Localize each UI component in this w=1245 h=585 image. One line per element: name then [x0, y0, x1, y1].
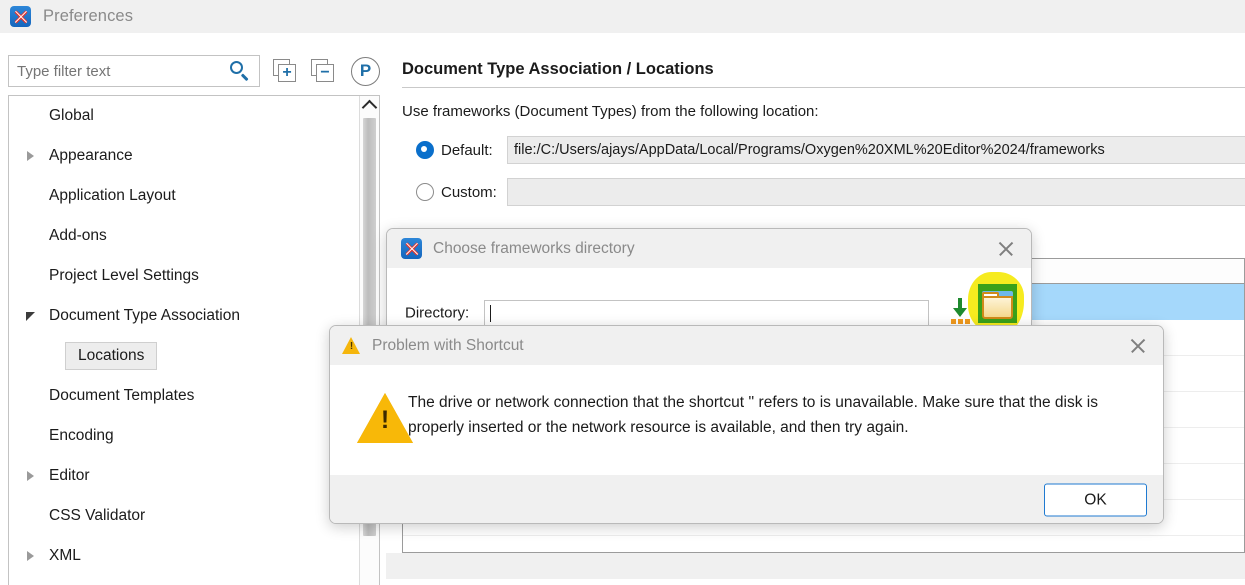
sidebar-item-add-ons[interactable]: Add-ons [9, 216, 361, 256]
sidebar-item-label: Editor [49, 467, 90, 484]
preferences-tree-list: Global Appearance Application Layout Add-on… [9, 96, 361, 585]
sidebar-item-editor[interactable]: Editor [9, 456, 361, 496]
sidebar-item-application-layout[interactable]: Application Layout [9, 176, 361, 216]
sidebar-item-project-level-settings[interactable]: Project Level Settings [9, 256, 361, 296]
filter-input[interactable]: Type filter text [8, 55, 260, 87]
directory-input[interactable] [484, 300, 929, 326]
sidebar-item-label: CSS Validator [49, 507, 146, 524]
sidebar-item-locations[interactable]: Locations [9, 336, 361, 376]
sidebar-item-document-type-association[interactable]: Document Type Association [9, 296, 361, 336]
expand-all-icon[interactable]: + [273, 58, 298, 84]
sidebar-item-label: Global [49, 107, 94, 124]
close-icon[interactable] [993, 236, 1019, 262]
ok-button[interactable]: OK [1044, 483, 1147, 517]
sidebar-item-label: XML [49, 547, 81, 564]
chevron-right-icon[interactable] [19, 151, 41, 161]
window-titlebar: Preferences [0, 0, 1245, 33]
chevron-down-icon[interactable] [19, 311, 41, 321]
chevron-up-icon[interactable] [360, 96, 379, 115]
problem-dialog-body: ! The drive or network connection that t… [330, 365, 1163, 475]
sidebar-item-document-templates[interactable]: Document Templates [9, 376, 361, 416]
chevron-right-icon[interactable] [19, 471, 41, 481]
warning-icon: ! [357, 393, 413, 443]
oxygen-xml-logo-icon [401, 238, 422, 259]
sidebar-item-label: Project Level Settings [49, 267, 199, 284]
custom-location-label: Custom: [441, 183, 497, 201]
chooser-dialog-titlebar: Choose frameworks directory [387, 229, 1031, 268]
problem-dialog-footer: OK [330, 475, 1163, 523]
sidebar-item-label: Locations [65, 342, 158, 370]
warning-icon: ! [342, 337, 361, 354]
default-location-row: Default: file:/C:/Users/ajays/AppData/Lo… [416, 136, 1245, 164]
sidebar-item-label: Application Layout [49, 187, 176, 204]
chevron-right-icon[interactable] [19, 551, 41, 561]
problem-dialog-titlebar: ! Problem with Shortcut [330, 326, 1163, 365]
sidebar-item-encoding[interactable]: Encoding [9, 416, 361, 456]
project-options-p-icon[interactable]: P [351, 56, 380, 86]
custom-location-row: Custom: [416, 178, 1245, 206]
default-location-label: Default: [441, 141, 493, 159]
oxygen-xml-logo-icon [10, 6, 31, 27]
problem-dialog-title: Problem with Shortcut [372, 336, 524, 354]
sidebar-item-label: Add-ons [49, 227, 107, 244]
custom-location-radio[interactable] [416, 183, 434, 201]
problem-with-shortcut-dialog: ! Problem with Shortcut ! The drive or n… [329, 325, 1164, 524]
default-location-field: file:/C:/Users/ajays/AppData/Local/Progr… [507, 136, 1245, 164]
page-title-rule [402, 87, 1245, 88]
custom-location-field[interactable] [507, 178, 1245, 206]
default-location-radio[interactable] [416, 141, 434, 159]
sidebar-item-global[interactable]: Global [9, 96, 361, 136]
window-title: Preferences [43, 7, 134, 25]
browse-folder-icon[interactable] [982, 288, 1013, 319]
sidebar-item-label: Encoding [49, 427, 114, 444]
problem-dialog-message: The drive or network connection that the… [408, 394, 1098, 437]
preferences-window: Preferences Type filter text + − P Globa… [0, 0, 1245, 585]
sidebar-item-xml[interactable]: XML [9, 536, 361, 576]
directory-label: Directory: [405, 304, 470, 322]
close-icon[interactable] [1125, 333, 1151, 359]
sidebar-item-label: Appearance [49, 147, 133, 164]
sidebar-toolbar: Type filter text + − P [8, 55, 380, 87]
sidebar-item-label: Document Templates [49, 387, 195, 404]
locations-hint: Use frameworks (Document Types) from the… [402, 103, 819, 120]
sidebar-item-label: Document Type Association [49, 307, 240, 324]
collapse-all-icon[interactable]: − [311, 58, 336, 84]
filter-input-placeholder: Type filter text [17, 62, 111, 80]
page-title: Document Type Association / Locations [402, 60, 714, 78]
sidebar-item-appearance[interactable]: Appearance [9, 136, 361, 176]
preferences-tree: Global Appearance Application Layout Add-on… [8, 95, 380, 585]
search-icon[interactable] [229, 60, 251, 82]
content-bottom-bar [386, 553, 1245, 579]
chooser-dialog-title: Choose frameworks directory [433, 239, 635, 257]
sidebar-item-css-validator[interactable]: CSS Validator [9, 496, 361, 536]
